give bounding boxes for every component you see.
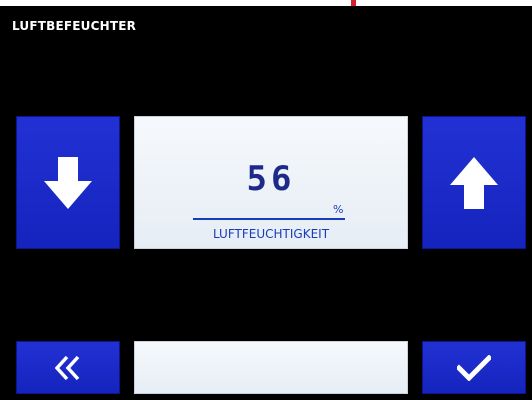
arrow-down-icon (44, 156, 92, 209)
back-button[interactable] (16, 341, 120, 394)
decrease-button[interactable] (16, 116, 120, 249)
double-chevron-left-icon (55, 355, 81, 381)
humidity-unit: % (333, 203, 344, 216)
value-underline (193, 218, 345, 220)
increase-button[interactable] (422, 116, 526, 249)
humidity-label: LUFTFEUCHTIGKEIT (212, 227, 330, 241)
status-panel (134, 341, 408, 394)
screen-title: LUFTBEFEUCHTER (12, 19, 137, 33)
checkmark-icon (457, 354, 491, 381)
confirm-button[interactable] (422, 341, 526, 394)
arrow-up-icon (450, 156, 498, 209)
display-screen: LUFTBEFEUCHTER 56 % LUFTFEUCHTIGKEIT (0, 6, 532, 400)
humidity-value-panel: 56 % LUFTFEUCHTIGKEIT (134, 116, 408, 249)
humidity-value: 56 (246, 159, 296, 199)
